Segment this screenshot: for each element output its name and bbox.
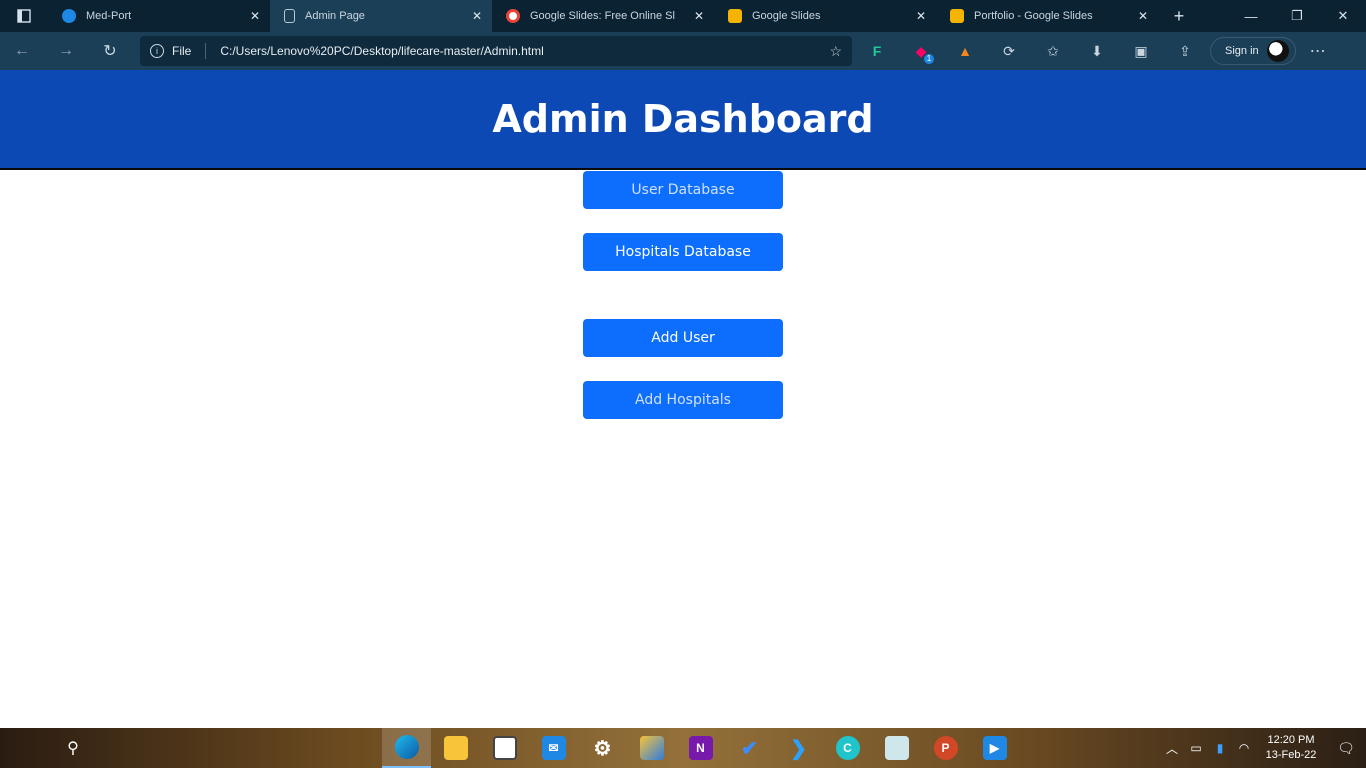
extension-badge-icon[interactable]: ◆ 1	[910, 43, 934, 64]
pinned-apps: ✉ ⚙ N ✔ ❯ C P ▶	[382, 728, 1019, 768]
onenote-icon[interactable]: N	[676, 728, 725, 768]
badge-count: 1	[924, 53, 934, 64]
avatar	[1266, 40, 1289, 62]
page-title: Admin Dashboard	[492, 97, 874, 141]
canva-icon[interactable]: C	[823, 728, 872, 768]
notification-icon[interactable]: 🗨	[1326, 740, 1366, 757]
tab-med-port[interactable]: Med-Port ✕	[48, 0, 270, 32]
minimize-icon[interactable]: —	[1228, 9, 1274, 24]
battery-icon[interactable]: ▭	[1184, 741, 1208, 755]
tab-portfolio[interactable]: Portfolio - Google Slides ✕	[936, 0, 1158, 32]
slides-favicon-icon	[728, 9, 742, 23]
sign-in-button[interactable]: Sign in	[1210, 37, 1296, 65]
restore-icon[interactable]: ❐	[1274, 8, 1320, 24]
browser-toolbar: ← → ↻ i File C:/Users/Lenovo%20PC/Deskto…	[0, 32, 1366, 70]
sign-in-label: Sign in	[1225, 45, 1259, 57]
shield-favicon-icon	[62, 9, 76, 23]
tab-actions-icon[interactable]	[0, 0, 48, 32]
more-options-icon[interactable]: ⋯	[1310, 41, 1326, 61]
close-icon[interactable]: ✕	[916, 9, 926, 23]
tab-label: Google Slides: Free Online Sl	[530, 10, 675, 22]
close-icon[interactable]: ✕	[1138, 9, 1148, 23]
add-favorite-icon[interactable]: ☆	[829, 43, 842, 60]
new-tab-button[interactable]: +	[1158, 0, 1200, 32]
window-controls: — ❐ ✕	[1228, 0, 1366, 32]
page-favicon-icon	[284, 9, 295, 23]
browser-tab-strip: Med-Port ✕ Admin Page ✕ Google Slides: F…	[0, 0, 1366, 32]
page-header: Admin Dashboard	[0, 70, 1366, 170]
tab-label: Google Slides	[752, 10, 821, 22]
share-icon[interactable]: ⇪	[1174, 43, 1196, 60]
tab-label: Admin Page	[305, 10, 365, 22]
settings-gear-icon[interactable]: ⚙	[578, 728, 627, 768]
tab-google-slides[interactable]: Google Slides ✕	[714, 0, 936, 32]
google-favicon-icon	[506, 9, 520, 23]
powerpoint-icon[interactable]: P	[921, 728, 970, 768]
mail-icon[interactable]: ✉	[529, 728, 578, 768]
sync-icon[interactable]: ⟳	[998, 43, 1020, 60]
clock[interactable]: 12:20 PM 13-Feb-22	[1256, 733, 1326, 763]
address-bar[interactable]: i File C:/Users/Lenovo%20PC/Desktop/life…	[140, 36, 852, 66]
scheme-label: File	[172, 44, 192, 58]
todo-icon[interactable]: ✔	[725, 728, 774, 768]
vscode-icon[interactable]: ❯	[774, 728, 823, 768]
metamask-fox-icon[interactable]: ▲	[954, 43, 976, 59]
tab-label: Portfolio - Google Slides	[974, 10, 1093, 22]
forward-arrow-icon[interactable]: →	[44, 42, 88, 60]
wifi-icon[interactable]: ◠	[1232, 741, 1256, 755]
close-icon[interactable]: ✕	[694, 9, 704, 23]
add-hospitals-button[interactable]: Add Hospitals	[583, 381, 783, 419]
pen-icon[interactable]: ▮	[1208, 741, 1232, 755]
user-database-button[interactable]: User Database	[583, 171, 783, 209]
refresh-icon[interactable]: ↻	[88, 41, 132, 61]
editor-icon[interactable]	[872, 728, 921, 768]
edge-app-icon[interactable]	[382, 728, 431, 768]
divider	[205, 43, 207, 59]
taskbar: ⚲ ✉ ⚙ N ✔ ❯ C P ▶ ︿ ▭ ▮ ◠ 12:20 PM 13-Fe…	[0, 728, 1366, 768]
tab-label: Med-Port	[86, 10, 132, 22]
url-text[interactable]: C:/Users/Lenovo%20PC/Desktop/lifecare-ma…	[220, 44, 821, 58]
system-tray: ︿ ▭ ▮ ◠ 12:20 PM 13-Feb-22 🗨	[1160, 728, 1366, 768]
close-icon[interactable]: ✕	[250, 9, 260, 23]
tab-google-slides-free[interactable]: Google Slides: Free Online Sl ✕	[492, 0, 714, 32]
hospitals-database-button[interactable]: Hospitals Database	[583, 233, 783, 271]
search-icon[interactable]: ⚲	[50, 738, 96, 758]
clock-date: 13-Feb-22	[1265, 749, 1317, 761]
downloads-icon[interactable]: ⬇	[1086, 43, 1108, 60]
extension-icons: F ◆ 1 ▲ ⟳ ✩ ⬇ ▣ ⇪	[866, 43, 1196, 64]
extension-f-icon[interactable]: F	[866, 43, 888, 59]
video-editor-icon[interactable]: ▶	[970, 728, 1019, 768]
close-window-icon[interactable]: ✕	[1320, 8, 1366, 24]
collections-icon[interactable]: ▣	[1130, 43, 1152, 60]
info-icon[interactable]: i	[150, 44, 164, 58]
chevron-up-icon[interactable]: ︿	[1160, 740, 1184, 757]
file-manager-icon[interactable]	[627, 728, 676, 768]
store-icon[interactable]	[480, 728, 529, 768]
add-user-button[interactable]: Add User	[583, 319, 783, 357]
back-arrow-icon[interactable]: ←	[0, 42, 44, 60]
file-explorer-icon[interactable]	[431, 728, 480, 768]
tab-admin-page[interactable]: Admin Page ✕	[270, 0, 492, 32]
favorites-icon[interactable]: ✩	[1042, 43, 1064, 60]
clock-time: 12:20 PM	[1267, 734, 1315, 746]
slides-favicon-icon	[950, 9, 964, 23]
close-icon[interactable]: ✕	[472, 9, 482, 23]
